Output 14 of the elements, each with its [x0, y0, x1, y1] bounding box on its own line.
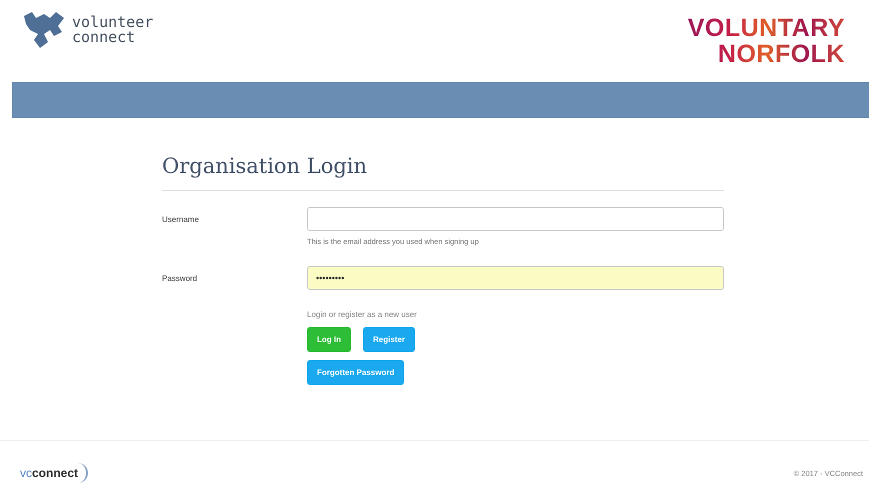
- page-title: Organisation Login: [162, 154, 724, 191]
- action-button[interactable]: Register: [363, 327, 416, 352]
- input-field[interactable]: •••••••••: [307, 266, 724, 290]
- logo-text: connect: [72, 30, 136, 45]
- footer-logo: vcconnect: [20, 463, 88, 483]
- field-label: Password: [162, 273, 198, 285]
- partner-logo-text: NORFOLK: [718, 41, 845, 67]
- partner-logo-text: VOLUNTARY: [688, 15, 845, 41]
- logo-text: volunteer: [72, 15, 154, 30]
- field-label: Username: [162, 214, 200, 226]
- action-button[interactable]: Log In: [307, 327, 351, 352]
- input-field[interactable]: [307, 207, 724, 231]
- forgot-password-button[interactable]: Forgotten Password: [307, 360, 404, 385]
- prompt-text: Login or register as a new user: [307, 310, 418, 319]
